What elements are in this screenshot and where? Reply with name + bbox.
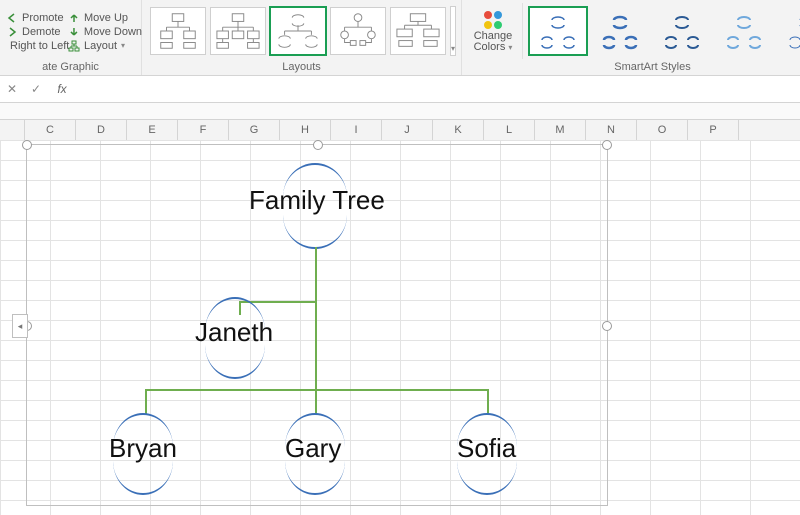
node-arc-bottom (113, 461, 173, 495)
close-icon: ✕ (7, 82, 17, 96)
node-leaf-0[interactable]: Bryan (109, 433, 177, 464)
layouts-more-button[interactable]: ▾ (450, 6, 456, 56)
group-layouts-label: Layouts (148, 61, 455, 75)
connector (315, 389, 317, 415)
sub-bar (0, 103, 800, 120)
group-smartart-styles: Change Colors ▾ (462, 0, 800, 75)
style-option-4[interactable] (715, 7, 773, 55)
resize-handle[interactable] (602, 321, 612, 331)
col-header[interactable]: D (76, 120, 127, 140)
enter-formula-button[interactable]: ✓ (24, 82, 48, 96)
formula-input[interactable] (76, 76, 800, 102)
col-header[interactable]: M (535, 120, 586, 140)
col-header[interactable]: H (280, 120, 331, 140)
resize-handle[interactable] (22, 140, 32, 150)
node-leaf-1[interactable]: Gary (285, 433, 341, 464)
col-header[interactable]: L (484, 120, 535, 140)
dropdown-icon: ▾ (121, 41, 125, 50)
node-arc-bottom (283, 215, 347, 249)
fx-icon: fx (57, 82, 66, 96)
group-create-graphic: Promote Demote Right to Left (0, 0, 142, 75)
col-header[interactable]: F (178, 120, 229, 140)
movedown-button[interactable]: Move Down (68, 26, 142, 38)
group-create-label: ate Graphic (6, 61, 135, 75)
layout-option-5[interactable] (390, 7, 446, 55)
connector (315, 247, 317, 301)
chevron-left-icon: ◂ (18, 321, 23, 332)
formula-bar: ✕ ✓ fx (0, 76, 800, 103)
layout-menu-button[interactable]: Layout ▾ (68, 40, 142, 52)
text-pane-toggle[interactable]: ◂ (12, 314, 28, 338)
connector (145, 389, 147, 415)
node-root[interactable]: Family Tree (249, 185, 385, 216)
layout-option-1[interactable] (150, 7, 206, 55)
moveup-label: Move Up (84, 12, 128, 24)
connector (145, 389, 489, 391)
demote-button[interactable]: Demote (6, 26, 68, 38)
col-header[interactable]: O (637, 120, 688, 140)
col-header[interactable]: C (25, 120, 76, 140)
node-arc-bottom (285, 461, 345, 495)
resize-handle[interactable] (313, 140, 323, 150)
col-header[interactable]: K (433, 120, 484, 140)
col-header[interactable]: N (586, 120, 637, 140)
promote-button[interactable]: Promote (6, 12, 68, 24)
col-header[interactable]: J (382, 120, 433, 140)
layout-option-3-selected[interactable] (270, 7, 326, 55)
check-icon: ✓ (31, 82, 41, 96)
col-header[interactable]: P (688, 120, 739, 140)
change-colors-button[interactable]: Change Colors ▾ (468, 3, 518, 59)
arrow-down-icon (68, 26, 80, 38)
insert-function-button[interactable]: fx (48, 82, 76, 96)
rtl-button[interactable]: Right to Left (6, 40, 68, 52)
smartart-frame[interactable]: ◂ Family Tree Janeth Bryan Gary Sofia (26, 144, 608, 506)
style-option-2[interactable] (591, 7, 649, 55)
moveup-button[interactable]: Move Up (68, 12, 142, 24)
style-option-3[interactable] (653, 7, 711, 55)
node-arc-bottom (457, 461, 517, 495)
worksheet[interactable]: C D E F G H I J K L M N O P ◂ Family Tre… (0, 120, 800, 515)
arrow-up-icon (68, 12, 80, 24)
col-header[interactable]: E (127, 120, 178, 140)
layout-menu-label: Layout (84, 40, 117, 52)
layout-icon (68, 40, 80, 52)
demote-label: Demote (22, 26, 61, 38)
arrow-right-icon (6, 26, 18, 38)
color-palette-icon (482, 9, 504, 31)
col-header[interactable]: I (331, 120, 382, 140)
rtl-label: Right to Left (10, 40, 69, 52)
style-option-5[interactable] (777, 7, 800, 55)
change-colors-label2: Colors (474, 41, 506, 53)
style-option-1-selected[interactable] (529, 7, 587, 55)
dropdown-icon: ▾ (508, 43, 512, 52)
col-header[interactable]: G (229, 120, 280, 140)
arrow-left-icon (6, 12, 18, 24)
promote-label: Promote (22, 12, 64, 24)
node-arc-bottom (205, 345, 265, 379)
node-leaf-2[interactable]: Sofia (457, 433, 516, 464)
connector (487, 389, 489, 415)
layout-option-4[interactable] (330, 7, 386, 55)
cancel-formula-button[interactable]: ✕ (0, 82, 24, 96)
movedown-label: Move Down (84, 26, 142, 38)
group-styles-label: SmartArt Styles (468, 61, 800, 75)
chevron-down-icon: ▾ (451, 44, 455, 53)
group-layouts: ▾ Layouts (142, 0, 462, 75)
column-headers: C D E F G H I J K L M N O P (0, 120, 800, 141)
node-level2[interactable]: Janeth (195, 317, 273, 348)
resize-handle[interactable] (602, 140, 612, 150)
connector (315, 301, 317, 389)
layout-option-2[interactable] (210, 7, 266, 55)
ribbon: Promote Demote Right to Left (0, 0, 800, 76)
